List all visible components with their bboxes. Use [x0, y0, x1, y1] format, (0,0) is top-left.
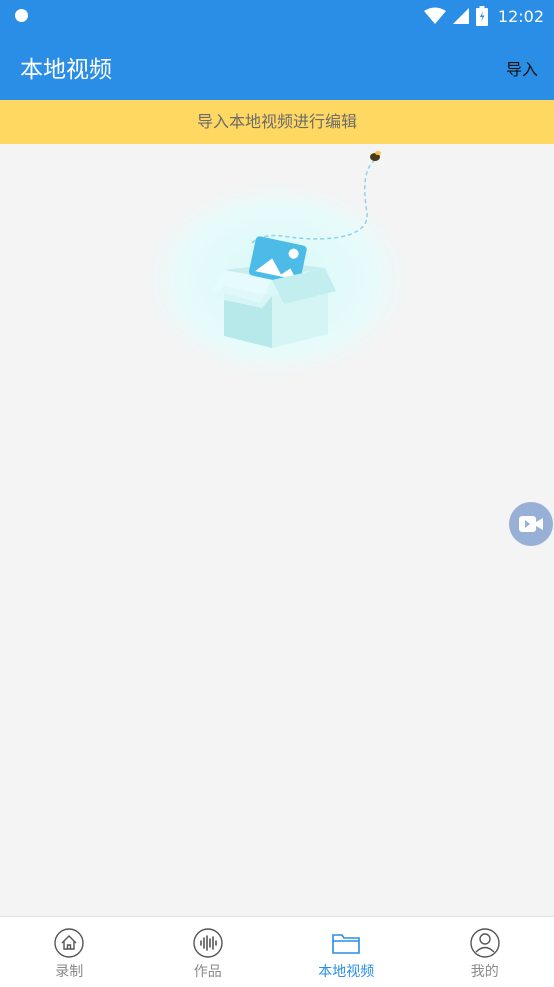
- nav-item-record[interactable]: 录制: [0, 917, 139, 987]
- nav-label-local-video: 本地视频: [277, 961, 416, 981]
- import-button[interactable]: 导入: [506, 56, 538, 80]
- video-camera-icon: [518, 514, 544, 534]
- wifi-icon: [424, 7, 446, 25]
- empty-box-illustration: [132, 148, 422, 393]
- app-bar: 本地视频 导入: [0, 32, 554, 100]
- status-time: 12:02: [498, 7, 544, 26]
- nav-label-mine: 我的: [416, 961, 554, 981]
- home-icon: [53, 927, 85, 959]
- folder-icon: [330, 927, 362, 959]
- battery-icon: [476, 6, 488, 26]
- nav-item-local-video[interactable]: 本地视频: [277, 917, 416, 987]
- page-title: 本地视频: [20, 50, 112, 84]
- signal-icon: [452, 7, 470, 25]
- video-record-fab[interactable]: [509, 502, 553, 546]
- status-bar: 12:02: [0, 0, 554, 32]
- bottom-nav: 录制 作品 本地视频 我的: [0, 916, 554, 987]
- nav-label-works: 作品: [139, 961, 278, 981]
- person-icon: [469, 927, 501, 959]
- waveform-icon: [192, 927, 224, 959]
- nav-item-mine[interactable]: 我的: [416, 917, 554, 987]
- nav-item-works[interactable]: 作品: [139, 917, 278, 987]
- nav-label-record: 录制: [0, 961, 139, 981]
- notification-dot-icon: [15, 9, 28, 22]
- import-banner[interactable]: 导入本地视频进行编辑: [0, 100, 554, 144]
- status-icons: 12:02: [424, 5, 544, 27]
